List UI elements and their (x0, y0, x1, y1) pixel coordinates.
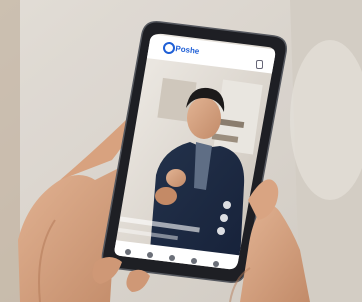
battery-icon (256, 60, 263, 69)
phone-scene: Poshe (0, 0, 362, 302)
